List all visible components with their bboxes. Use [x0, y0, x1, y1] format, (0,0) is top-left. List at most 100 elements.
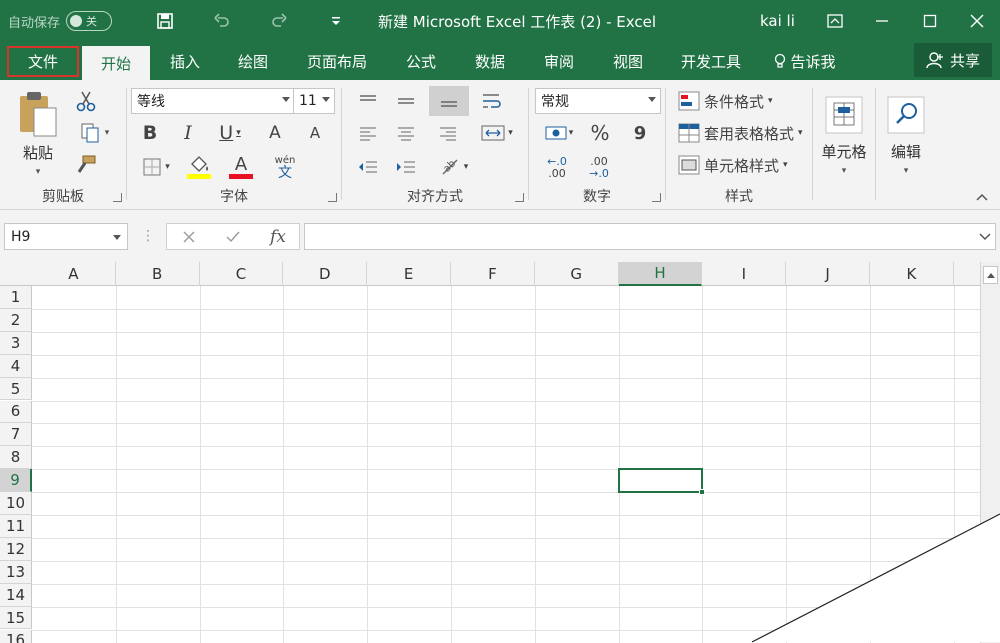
- decrease-font-button[interactable]: A: [303, 120, 327, 146]
- undo-icon[interactable]: [207, 0, 237, 42]
- clipboard-launcher-icon[interactable]: [113, 193, 122, 202]
- font-size-select[interactable]: 11: [293, 88, 335, 114]
- align-middle-icon[interactable]: [392, 88, 420, 114]
- tab-review[interactable]: 审阅: [534, 42, 584, 80]
- editing-button[interactable]: 编辑 ▾: [880, 86, 932, 182]
- ribbon-display-options-icon[interactable]: [815, 0, 855, 42]
- column-header-j[interactable]: J: [786, 262, 870, 286]
- autosave-toggle[interactable]: 关: [66, 11, 113, 31]
- tab-tell-me[interactable]: 告诉我: [770, 42, 840, 80]
- tab-file[interactable]: 文件: [7, 46, 79, 77]
- bold-button[interactable]: B: [137, 120, 163, 146]
- cell-styles-button[interactable]: 单元格样式 ▾: [678, 152, 808, 178]
- row-header-6[interactable]: 6: [0, 400, 32, 424]
- align-top-icon[interactable]: [354, 88, 382, 114]
- name-box[interactable]: H9: [4, 223, 128, 250]
- row-header-8[interactable]: 8: [0, 446, 32, 470]
- font-launcher-icon[interactable]: [328, 193, 337, 202]
- user-name[interactable]: kai li: [760, 0, 795, 42]
- column-header-c[interactable]: C: [200, 262, 284, 286]
- row-header-13[interactable]: 13: [0, 560, 32, 584]
- tab-view[interactable]: 视图: [603, 42, 653, 80]
- conditional-formatting-button[interactable]: 条件格式 ▾: [678, 88, 808, 114]
- accounting-format-button[interactable]: ▾: [539, 120, 579, 146]
- maximize-icon[interactable]: [910, 0, 950, 42]
- row-header-4[interactable]: 4: [0, 354, 32, 378]
- format-as-table-button[interactable]: 套用表格格式 ▾: [678, 120, 808, 146]
- alignment-launcher-icon[interactable]: [515, 193, 524, 202]
- tab-data[interactable]: 数据: [465, 42, 515, 80]
- align-left-icon[interactable]: [354, 120, 382, 146]
- font-color-button[interactable]: A: [221, 152, 261, 182]
- increase-font-button[interactable]: A: [263, 120, 287, 146]
- number-format-select[interactable]: 常规: [535, 88, 661, 114]
- fill-color-button[interactable]: [179, 152, 219, 182]
- save-icon[interactable]: [150, 0, 180, 42]
- row-header-16[interactable]: 16: [0, 629, 32, 643]
- underline-button[interactable]: U ▾: [213, 120, 247, 146]
- selected-cell[interactable]: [617, 468, 704, 494]
- autosave[interactable]: 自动保存 关: [8, 0, 113, 42]
- formula-input[interactable]: [304, 223, 996, 250]
- column-header-b[interactable]: B: [116, 262, 200, 286]
- comma-style-button[interactable]: 9: [627, 120, 653, 146]
- cut-icon[interactable]: [72, 88, 100, 114]
- row-header-7[interactable]: 7: [0, 423, 32, 447]
- cells-button[interactable]: 单元格 ▾: [819, 86, 869, 182]
- collapse-ribbon-icon[interactable]: [972, 188, 992, 206]
- tab-developer[interactable]: 开发工具: [672, 42, 750, 80]
- row-header-5[interactable]: 5: [0, 377, 32, 401]
- column-header-f[interactable]: F: [451, 262, 535, 286]
- copy-button[interactable]: ▾: [72, 120, 116, 146]
- enter-icon[interactable]: [220, 224, 246, 250]
- share-button[interactable]: 共享: [914, 43, 992, 77]
- row-header-10[interactable]: 10: [0, 492, 32, 515]
- column-header-h[interactable]: H: [618, 262, 703, 286]
- row-header-12[interactable]: 12: [0, 537, 32, 561]
- expand-formula-bar-icon[interactable]: [976, 226, 994, 248]
- column-header-e[interactable]: E: [367, 262, 451, 286]
- format-painter-icon[interactable]: [72, 152, 100, 178]
- insert-function-button[interactable]: fx: [264, 224, 292, 250]
- merge-center-button[interactable]: ▾: [474, 120, 520, 146]
- redo-icon[interactable]: [264, 0, 294, 42]
- increase-indent-icon[interactable]: [392, 154, 420, 180]
- percent-button[interactable]: %: [587, 120, 613, 146]
- row-header-9[interactable]: 9: [0, 469, 32, 493]
- align-right-icon[interactable]: [434, 120, 462, 146]
- row-header-11[interactable]: 11: [0, 515, 32, 538]
- wrap-text-icon[interactable]: [478, 88, 506, 114]
- align-center-icon[interactable]: [392, 120, 420, 146]
- cancel-icon[interactable]: [176, 224, 202, 250]
- italic-button[interactable]: I: [175, 120, 201, 146]
- column-header-d[interactable]: D: [283, 262, 368, 286]
- row-header-3[interactable]: 3: [0, 331, 32, 355]
- tab-insert[interactable]: 插入: [160, 42, 210, 80]
- row-header-14[interactable]: 14: [0, 583, 32, 607]
- row-header-15[interactable]: 15: [0, 606, 32, 630]
- align-bottom-icon[interactable]: [429, 86, 469, 116]
- column-header-i[interactable]: I: [702, 262, 787, 286]
- number-launcher-icon[interactable]: [652, 193, 661, 202]
- customize-qat-icon[interactable]: [321, 0, 351, 42]
- minimize-icon[interactable]: [862, 0, 902, 42]
- borders-button[interactable]: ▾: [135, 154, 177, 180]
- fill-handle[interactable]: [699, 489, 706, 496]
- decrease-indent-icon[interactable]: [354, 154, 382, 180]
- worksheet-grid[interactable]: ABCDEFGHIJK 1 2 3 4 5 6 7 8 9 10 11 12 13 14 15 16: [0, 262, 1000, 643]
- orientation-button[interactable]: ab ▾: [434, 154, 474, 180]
- column-header-a[interactable]: A: [32, 262, 116, 286]
- tab-draw[interactable]: 绘图: [228, 42, 278, 80]
- decrease-decimal-button[interactable]: .00 →.0: [581, 154, 617, 182]
- row-header-1[interactable]: 1: [0, 286, 32, 309]
- font-name-select[interactable]: 等线: [131, 88, 295, 114]
- close-icon[interactable]: [957, 0, 997, 42]
- row-header-2[interactable]: 2: [0, 308, 32, 332]
- more-icon[interactable]: ⋮: [140, 225, 156, 247]
- tab-page-layout[interactable]: 页面布局: [300, 42, 374, 80]
- paste-button[interactable]: 粘贴 ▾: [14, 88, 62, 178]
- column-header-k[interactable]: K: [870, 262, 954, 286]
- increase-decimal-button[interactable]: ←.0.00: [539, 154, 575, 182]
- column-header-g[interactable]: G: [535, 262, 619, 286]
- phonetic-button[interactable]: wén 文: [265, 152, 305, 182]
